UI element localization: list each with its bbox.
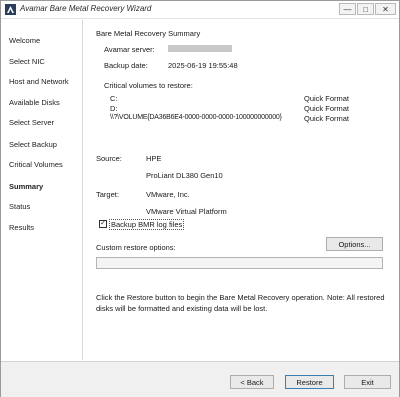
- backup-date-value: 2025-06-19 19:55:48: [168, 61, 238, 70]
- exit-button[interactable]: Exit: [344, 375, 391, 389]
- step-status: Status: [9, 202, 31, 211]
- step-select-nic: Select NIC: [9, 57, 45, 66]
- volume-action: Quick Format: [304, 104, 350, 113]
- source-label: Source:: [96, 154, 122, 163]
- step-critical-volumes: Critical Volumes: [9, 160, 63, 169]
- wizard-steps-sidebar: Welcome Select NIC Host and Network Avai…: [1, 20, 83, 360]
- target-model: VMware Virtual Platform: [146, 207, 227, 216]
- volume-action: Quick Format: [304, 94, 350, 103]
- minimize-button[interactable]: —: [339, 3, 356, 15]
- target-label: Target:: [96, 190, 119, 199]
- step-results: Results: [9, 223, 35, 232]
- step-available-disks: Available Disks: [9, 98, 60, 107]
- backup-logs-checkbox[interactable]: ✓: [99, 220, 107, 228]
- maximize-button[interactable]: □: [357, 3, 374, 15]
- avamar-logo-icon: [5, 4, 16, 15]
- custom-options-input[interactable]: [96, 257, 383, 269]
- step-select-server: Select Server: [9, 118, 55, 127]
- avamar-server-label: Avamar server:: [104, 45, 155, 54]
- title-bar: Avamar Bare Metal Recovery Wizard — □ ✕: [1, 1, 399, 19]
- restore-button[interactable]: Restore: [285, 375, 334, 389]
- source-model: ProLiant DL380 Gen10: [146, 171, 223, 180]
- backup-date-label: Backup date:: [104, 61, 148, 70]
- wizard-footer: [1, 361, 399, 397]
- step-summary: Summary: [9, 182, 44, 191]
- back-button[interactable]: < Back: [230, 375, 274, 389]
- step-host-and-network: Host and Network: [9, 77, 69, 86]
- avamar-server-value-redacted: [168, 45, 232, 52]
- restore-note: Click the Restore button to begin the Ba…: [96, 293, 385, 313]
- volume-name: \\?\VOLUME{DA36B6E4-0000-0000-0000-10000…: [110, 114, 282, 121]
- summary-panel: Bare Metal Recovery Summary Avamar serve…: [84, 20, 399, 360]
- target-vendor: VMware, Inc.: [146, 190, 190, 199]
- options-button[interactable]: Options...: [326, 237, 383, 251]
- volume-action: Quick Format: [304, 114, 350, 123]
- close-button[interactable]: ✕: [375, 3, 396, 15]
- backup-logs-label[interactable]: Backup BMR log files: [109, 219, 185, 230]
- source-vendor: HPE: [146, 154, 162, 163]
- page-title: Bare Metal Recovery Summary: [96, 29, 201, 38]
- critical-volumes-label: Critical volumes to restore:: [104, 81, 193, 90]
- wizard-window: Avamar Bare Metal Recovery Wizard — □ ✕ …: [0, 0, 400, 397]
- window-title: Avamar Bare Metal Recovery Wizard: [20, 4, 152, 13]
- custom-options-label: Custom restore options:: [96, 243, 176, 252]
- volume-name: C:: [110, 94, 118, 103]
- step-welcome: Welcome: [9, 36, 41, 45]
- step-select-backup: Select Backup: [9, 140, 57, 149]
- volume-name: D:: [110, 104, 118, 113]
